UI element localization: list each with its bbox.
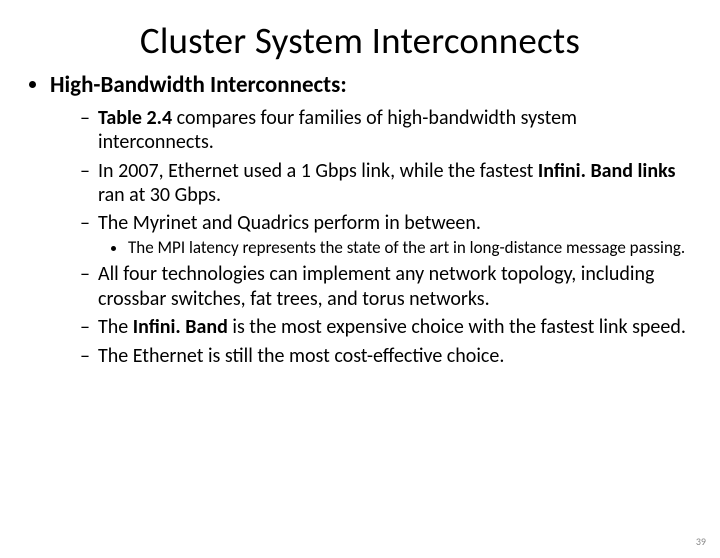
text-post: is the most expensive choice with the fa… xyxy=(228,315,686,339)
text-pre: The Myrinet and Quadrics perform in betw… xyxy=(98,211,481,235)
text-post: ran at 30 Gbps. xyxy=(98,183,221,207)
text-bold: Infini. Band links xyxy=(538,159,676,183)
lvl1-label: High-Bandwidth Interconnects: xyxy=(50,71,347,99)
lvl3-text: The MPI latency represents the state of … xyxy=(128,237,685,258)
text-pre: In 2007, Ethernet used a 1 Gbps link, wh… xyxy=(98,159,538,183)
text-pre: The Ethernet is still the most cost-effe… xyxy=(98,344,504,368)
lvl2-item: The Ethernet is still the most cost-effe… xyxy=(80,344,692,368)
lvl1-item: High-Bandwidth Interconnects: Table 2.4 … xyxy=(50,71,692,368)
lvl2-item: The Infini. Band is the most expensive c… xyxy=(80,315,692,339)
lvl2-item: Table 2.4 compares four families of high… xyxy=(80,106,692,155)
text-pre: All four technologies can implement any … xyxy=(98,262,654,310)
bullet-list-lvl1: High-Bandwidth Interconnects: Table 2.4 … xyxy=(28,71,692,368)
bullet-list-lvl3: The MPI latency represents the state of … xyxy=(98,238,692,259)
lvl2-item: All four technologies can implement any … xyxy=(80,262,692,311)
page-title: Cluster System Interconnects xyxy=(0,18,720,63)
text-pre: The xyxy=(98,315,133,339)
lvl3-item: The MPI latency represents the state of … xyxy=(128,238,692,259)
bullet-list-lvl2: Table 2.4 compares four families of high… xyxy=(50,106,692,368)
slide: Cluster System Interconnects High-Bandwi… xyxy=(0,18,720,558)
text-bold: Infini. Band xyxy=(133,315,228,339)
page-number: 39 xyxy=(696,535,706,548)
text-bold: Table 2.4 xyxy=(98,106,172,130)
lvl2-item: The Myrinet and Quadrics perform in betw… xyxy=(80,211,692,258)
lvl2-item: In 2007, Ethernet used a 1 Gbps link, wh… xyxy=(80,159,692,208)
